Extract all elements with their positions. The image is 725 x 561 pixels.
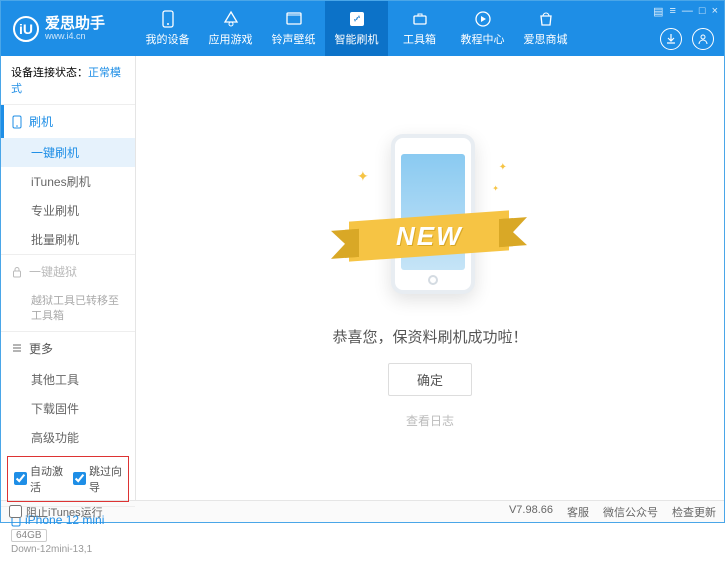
nav-tools[interactable]: 工具箱 (388, 1, 451, 56)
success-illustration: ✦✦✦ NEW (355, 128, 505, 308)
nav-ring[interactable]: 铃声壁纸 (262, 1, 325, 56)
lock-icon (11, 266, 23, 278)
app-name: 爱思助手 (45, 16, 105, 31)
block-itunes-label: 阻止iTunes运行 (26, 504, 103, 520)
wechat-link[interactable]: 微信公众号 (603, 504, 658, 520)
sidebar-item[interactable]: 一键刷机 (1, 138, 135, 167)
download-button[interactable] (660, 28, 682, 50)
sidebar-item[interactable]: 下载固件 (1, 394, 135, 423)
nav-device[interactable]: 我的设备 (136, 1, 199, 56)
logo-area: iU 爱思助手 www.i4.cn (1, 16, 136, 42)
device-icon (158, 10, 178, 28)
auto-activate-label: 自动激活 (30, 463, 63, 495)
top-nav: 我的设备 应用游戏 铃声壁纸 智能刷机 工具箱 教程中心 爱思商城 (136, 1, 577, 56)
tutorial-icon (473, 10, 493, 28)
nav-store[interactable]: 爱思商城 (514, 1, 577, 56)
device-detail: Down-12mini-13,1 (11, 544, 125, 555)
sidebar-head-more[interactable]: 更多 (1, 332, 135, 365)
skip-guide-label: 跳过向导 (89, 463, 122, 495)
menu-button[interactable]: ≡ (669, 5, 675, 18)
ribbon-text: NEW (396, 220, 463, 251)
store-icon (536, 10, 556, 28)
version-text: V7.98.66 (509, 504, 553, 520)
minimize-button[interactable]: — (682, 5, 693, 18)
logo-icon: iU (13, 16, 39, 42)
flash-options-box: 自动激活 跳过向导 (7, 456, 129, 502)
conn-label: 设备连接状态： (11, 67, 88, 79)
main-content: ✦✦✦ NEW 恭喜您，保资料刷机成功啦！ 确定 查看日志 (136, 56, 724, 500)
nav-label: 教程中心 (461, 31, 505, 47)
nav-tutorial[interactable]: 教程中心 (451, 1, 514, 56)
title-right-buttons (660, 28, 714, 50)
sidebar-head-flash-label: 刷机 (29, 113, 53, 130)
user-button[interactable] (692, 28, 714, 50)
tools-icon (410, 10, 430, 28)
sidebar-head-jailbreak[interactable]: 一键越狱 (1, 255, 135, 288)
sidebar-item[interactable]: iTunes刷机 (1, 167, 135, 196)
flash-icon (347, 10, 367, 28)
nav-label: 工具箱 (403, 31, 436, 47)
auto-activate-checkbox[interactable]: 自动激活 (14, 463, 63, 495)
titlebar: iU 爱思助手 www.i4.cn 我的设备 应用游戏 铃声壁纸 智能刷机 工具箱 教程中… (1, 1, 724, 56)
jailbreak-note: 越狱工具已转移至工具箱 (1, 288, 135, 331)
app-url: www.i4.cn (45, 31, 105, 41)
skip-guide-checkbox[interactable]: 跳过向导 (73, 463, 122, 495)
apps-icon (221, 10, 241, 28)
close-button[interactable]: × (712, 5, 718, 18)
list-button[interactable]: ▤ (653, 5, 663, 18)
phone-icon (11, 115, 23, 129)
connection-status: 设备连接状态：正常模式 (1, 56, 135, 104)
block-itunes-checkbox[interactable]: 阻止iTunes运行 (9, 504, 103, 520)
sidebar-head-more-label: 更多 (29, 340, 53, 357)
maximize-button[interactable]: □ (699, 5, 706, 18)
view-log-link[interactable]: 查看日志 (406, 412, 454, 429)
sidebar-head-flash[interactable]: 刷机 (1, 105, 135, 138)
nav-label: 爱思商城 (524, 31, 568, 47)
sidebar-item[interactable]: 专业刷机 (1, 196, 135, 225)
nav-label: 铃声壁纸 (272, 31, 316, 47)
nav-label: 我的设备 (146, 31, 190, 47)
nav-flash[interactable]: 智能刷机 (325, 1, 388, 56)
sidebar-head-jailbreak-label: 一键越狱 (29, 263, 77, 280)
sidebar-item[interactable]: 批量刷机 (1, 225, 135, 254)
ring-icon (284, 10, 304, 28)
ok-button[interactable]: 确定 (388, 363, 472, 396)
sidebar: 设备连接状态：正常模式 刷机 一键刷机iTunes刷机专业刷机批量刷机 一键越狱… (1, 56, 136, 500)
window-controls: ▤ ≡ — □ × (653, 5, 718, 18)
update-link[interactable]: 检查更新 (672, 504, 716, 520)
nav-apps[interactable]: 应用游戏 (199, 1, 262, 56)
device-storage: 64GB (11, 529, 47, 542)
list-icon (11, 342, 23, 354)
nav-label: 应用游戏 (209, 31, 253, 47)
success-message: 恭喜您，保资料刷机成功啦！ (332, 326, 527, 347)
sidebar-item[interactable]: 高级功能 (1, 423, 135, 452)
nav-label: 智能刷机 (335, 31, 379, 47)
sidebar-item[interactable]: 其他工具 (1, 365, 135, 394)
service-link[interactable]: 客服 (567, 504, 589, 520)
